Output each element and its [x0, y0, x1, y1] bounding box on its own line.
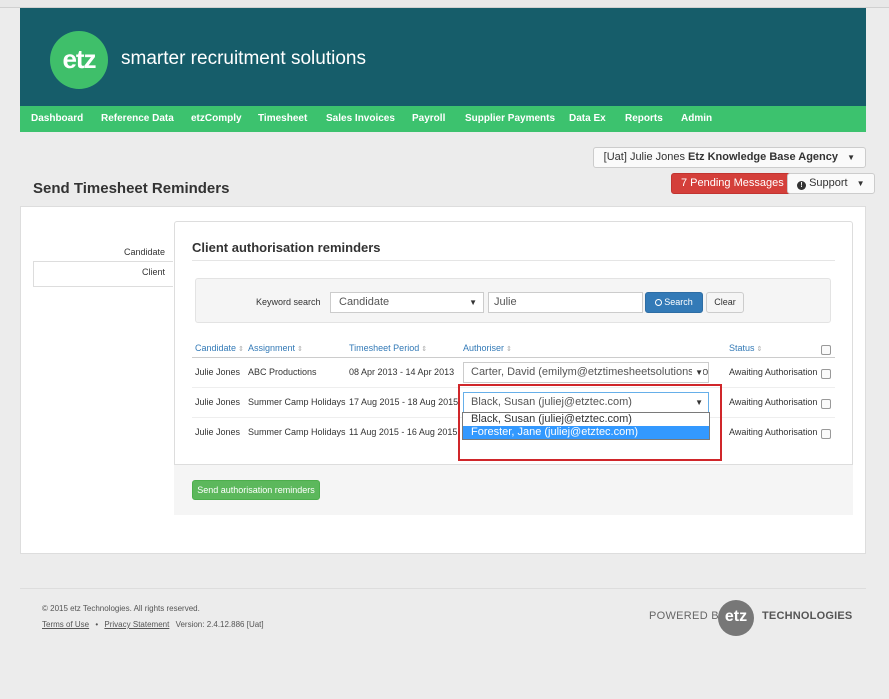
sort-icon: ⇕	[421, 346, 428, 353]
sort-icon: ⇕	[506, 346, 512, 353]
cell-period: 11 Aug 2015 - 16 Aug 2015	[349, 427, 458, 437]
technologies-label: TECHNOLOGIES	[762, 610, 853, 622]
pending-messages-button[interactable]: 7 Pending Messages	[671, 173, 794, 194]
authoriser-value: Carter, David (emilym@etztimesheetsoluti…	[471, 366, 709, 378]
browser-tab-strip	[0, 0, 889, 8]
divider	[192, 260, 835, 261]
search-type-select[interactable]: Candidate ▼	[330, 292, 484, 313]
cell-status: Awaiting Authorisation	[729, 427, 818, 437]
column-header-label: Status	[729, 343, 755, 353]
info-circle-icon: !	[797, 181, 806, 190]
cell-candidate: Julie Jones	[195, 427, 241, 437]
page-wrapper: etz smarter recruitment solutions Dashbo…	[20, 8, 875, 645]
page-title: Send Timesheet Reminders	[33, 180, 230, 197]
send-authorisation-reminders-button[interactable]: Send authorisation reminders	[192, 480, 320, 500]
chevron-down-icon: ▼	[469, 298, 477, 307]
sort-icon: ⇕	[297, 346, 303, 353]
chevron-down-icon: ▼	[856, 179, 865, 188]
row-checkbox[interactable]	[821, 369, 831, 379]
cell-status: Awaiting Authorisation	[729, 397, 818, 407]
highlight-annotation	[458, 384, 722, 461]
footer-separator: •	[95, 620, 99, 629]
row-checkbox[interactable]	[821, 429, 831, 439]
clear-button[interactable]: Clear	[706, 292, 744, 313]
cell-candidate: Julie Jones	[195, 397, 241, 407]
column-header-timesheet-period[interactable]: Timesheet Period ⇕	[349, 343, 427, 353]
tagline: smarter recruitment solutions	[121, 48, 366, 69]
nav-item-data-ex[interactable]: Data Ex	[569, 113, 606, 124]
nav-item-payroll[interactable]: Payroll	[412, 113, 445, 124]
powered-by-label: POWERED BY	[649, 610, 727, 622]
cell-period: 17 Aug 2015 - 18 Aug 2015	[349, 397, 459, 407]
cell-assignment: ABC Productions	[248, 367, 317, 377]
column-header-label: Assignment	[248, 343, 296, 353]
keyword-input[interactable]: Julie	[488, 292, 643, 313]
agency-user-label: [Uat] Julie Jones	[603, 151, 685, 163]
cell-assignment: Summer Camp Holidays	[248, 427, 346, 437]
column-header-status[interactable]: Status ⇕	[729, 343, 762, 353]
etz-logo[interactable]: etz	[50, 31, 108, 89]
nav-item-timesheet[interactable]: Timesheet	[258, 113, 307, 124]
nav-item-dashboard[interactable]: Dashboard	[31, 113, 83, 124]
main-nav: Dashboard Reference Data etzComply Times…	[20, 106, 866, 132]
authoriser-select[interactable]: Carter, David (emilym@etztimesheetsoluti…	[463, 362, 709, 383]
section-title: Client authorisation reminders	[192, 240, 381, 255]
select-all-checkbox[interactable]	[821, 345, 831, 355]
agency-name-label: Etz Knowledge Base Agency	[688, 151, 839, 163]
support-label: Support	[809, 177, 848, 189]
copyright-text: © 2015 etz Technologies. All rights rese…	[42, 604, 200, 613]
terms-of-use-link[interactable]: Terms of Use	[42, 620, 89, 629]
nav-item-supplier-payments[interactable]: Supplier Payments	[465, 113, 555, 124]
row-checkbox[interactable]	[821, 399, 831, 409]
privacy-statement-link[interactable]: Privacy Statement	[104, 620, 169, 629]
nav-item-reports[interactable]: Reports	[625, 113, 663, 124]
sort-icon: ⇕	[756, 346, 763, 353]
column-header-label: Authoriser	[463, 343, 505, 353]
nav-item-sales-invoices[interactable]: Sales Invoices	[326, 113, 395, 124]
chevron-down-icon: ▼	[847, 153, 855, 162]
search-button[interactable]: Search	[645, 292, 703, 313]
site-header: etz smarter recruitment solutions	[20, 8, 866, 106]
chevron-down-icon: ▼	[692, 363, 703, 382]
footer-links: Terms of Use • Privacy Statement Version…	[42, 620, 264, 629]
nav-item-etzcomply[interactable]: etzComply	[191, 113, 242, 124]
column-header-candidate[interactable]: Candidate ⇕	[195, 343, 244, 353]
table-header-divider	[192, 357, 835, 358]
etz-technologies-logo: etz	[718, 600, 754, 636]
sidebar-item-client[interactable]: Client	[33, 261, 173, 287]
cell-candidate: Julie Jones	[195, 367, 241, 377]
nav-item-reference-data[interactable]: Reference Data	[101, 113, 174, 124]
search-type-value: Candidate	[339, 296, 390, 308]
sort-icon: ⇕	[238, 346, 244, 353]
search-button-label: Search	[664, 297, 693, 307]
nav-item-admin[interactable]: Admin	[681, 113, 712, 124]
cell-status: Awaiting Authorisation	[729, 367, 818, 377]
cell-period: 08 Apr 2013 - 14 Apr 2013	[349, 367, 455, 377]
keyword-search-label: Keyword search	[256, 297, 321, 307]
version-text: Version: 2.4.12.886 [Uat]	[175, 620, 264, 629]
column-header-assignment[interactable]: Assignment ⇕	[248, 343, 303, 353]
column-header-authoriser[interactable]: Authoriser ⇕	[463, 343, 512, 353]
cell-assignment: Summer Camp Holidays	[248, 397, 346, 407]
search-icon	[655, 299, 663, 306]
support-button[interactable]: ! Support ▼	[787, 173, 875, 194]
column-header-label: Timesheet Period	[349, 343, 420, 353]
column-header-label: Candidate	[195, 343, 237, 353]
agency-switcher-button[interactable]: [Uat] Julie Jones Etz Knowledge Base Age…	[592, 147, 866, 168]
sidebar-item-candidate[interactable]: Candidate	[33, 242, 173, 262]
